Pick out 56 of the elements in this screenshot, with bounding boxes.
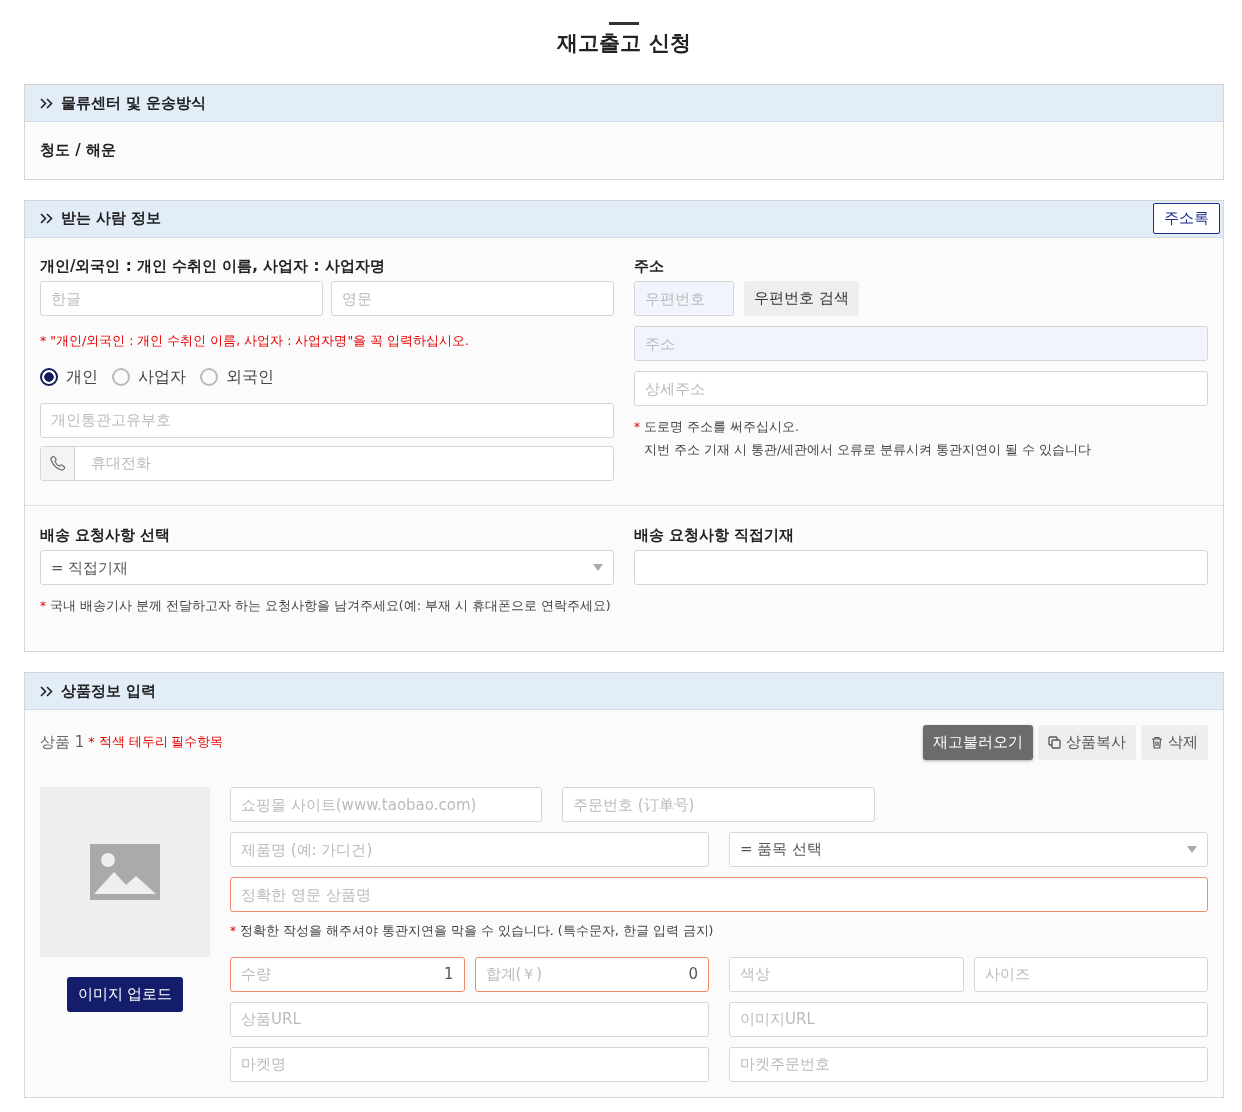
- dropdown-arrow-icon: [593, 564, 603, 572]
- readonly-input-field[interactable]: 주소: [634, 326, 1208, 362]
- input-field[interactable]: 상품URL: [230, 1001, 709, 1037]
- input-field[interactable]: 제품명 (예: 가디건): [230, 832, 709, 868]
- section-title: 받는 사람 정보: [61, 208, 162, 230]
- page-title: 재고출고 신청: [556, 31, 692, 57]
- input-field[interactable]: 색상: [729, 956, 964, 992]
- input-field[interactable]: 합계(￥) 0: [474, 956, 709, 992]
- input-field[interactable]: 주문번호 (订单号): [562, 787, 875, 823]
- field-label: 주소: [634, 255, 665, 277]
- note-text: 지번 주소 기재 시 통관/세관에서 오류로 분류시켜 통관지연이 될 수 있습니다: [643, 440, 1092, 459]
- load-stock-button[interactable]: 재고불러오기: [923, 725, 1033, 761]
- input-field[interactable]: 쇼핑몰 사이트(www.taobao.com): [230, 787, 542, 823]
- input-field[interactable]: 수량 1: [230, 956, 465, 992]
- input-field[interactable]: 영문: [331, 281, 614, 317]
- image-upload-button[interactable]: 이미지 업로드: [66, 977, 184, 1013]
- input-field[interactable]: [634, 550, 1208, 586]
- field-label: 배송 요청사항 선택: [40, 524, 172, 546]
- phone-icon: [48, 454, 67, 473]
- radio-option[interactable]: 사업자: [112, 364, 186, 389]
- copy-product-button[interactable]: 상품복사: [1038, 725, 1136, 761]
- input-field[interactable]: 한글: [40, 281, 323, 317]
- warning-text: * "개인/외국인 : 개인 수취인 이름, 사업자 : 사업자명"을 꼭 입력하십시오.: [40, 332, 471, 351]
- field-label: 배송 요청사항 직접기재: [634, 524, 796, 546]
- note-text: * 국내 배송기사 분께 전달하고자 하는 요청사항을 남겨주세요(예: 부재 시 휴대폰으로 연락주세요): [40, 597, 612, 616]
- delete-button[interactable]: 삭제: [1141, 725, 1208, 761]
- double-chevron-icon: [40, 685, 53, 697]
- required-note: * 적색 테두리 필수항목: [88, 733, 224, 752]
- trash-icon: [1151, 736, 1163, 750]
- double-chevron-icon: [40, 213, 53, 225]
- input-field[interactable]: 마켓주문번호: [729, 1046, 1208, 1082]
- dropdown-arrow-icon: [1187, 846, 1197, 854]
- copy-icon: [1048, 736, 1061, 750]
- input-field[interactable]: 이미지URL: [729, 1001, 1208, 1037]
- section-title: 물류센터 및 운송방식: [61, 92, 207, 114]
- note-text: * 정확한 작성을 해주셔야 통관지연을 막을 수 있습니다. (특수문자, 한글 입력 금지): [230, 922, 715, 941]
- input-field[interactable]: 개인통관고유부호: [40, 402, 614, 438]
- address-book-button[interactable]: 주소록: [1153, 203, 1220, 234]
- input-field[interactable]: 사이즈: [973, 956, 1208, 992]
- input-field[interactable]: 정확한 영문 상품명: [230, 877, 1208, 913]
- section-title: 상품정보 입력: [61, 680, 157, 702]
- radio-option[interactable]: 외국인: [200, 364, 274, 389]
- field-label: 개인/외국인 : 개인 수취인 이름, 사업자 : 사업자명: [40, 255, 386, 277]
- image-icon: [90, 844, 160, 901]
- item-label: 상품 1: [40, 732, 85, 754]
- readonly-input-field[interactable]: 우편번호: [634, 281, 734, 317]
- radio-option[interactable]: 개인: [40, 364, 98, 389]
- input-field[interactable]: 마켓명: [230, 1046, 709, 1082]
- postcode-search-button[interactable]: 우편번호 검색: [744, 281, 859, 317]
- double-chevron-icon: [40, 97, 53, 109]
- input-field[interactable]: 상세주소: [634, 371, 1208, 407]
- logistics-value: 청도 / 해운: [40, 140, 117, 162]
- title-rule: [609, 22, 639, 25]
- note-text: * 도로명 주소를 써주십시오.: [634, 418, 800, 437]
- select-dropdown[interactable]: = 직접기재: [40, 550, 614, 586]
- select-dropdown[interactable]: = 품목 선택: [729, 832, 1208, 868]
